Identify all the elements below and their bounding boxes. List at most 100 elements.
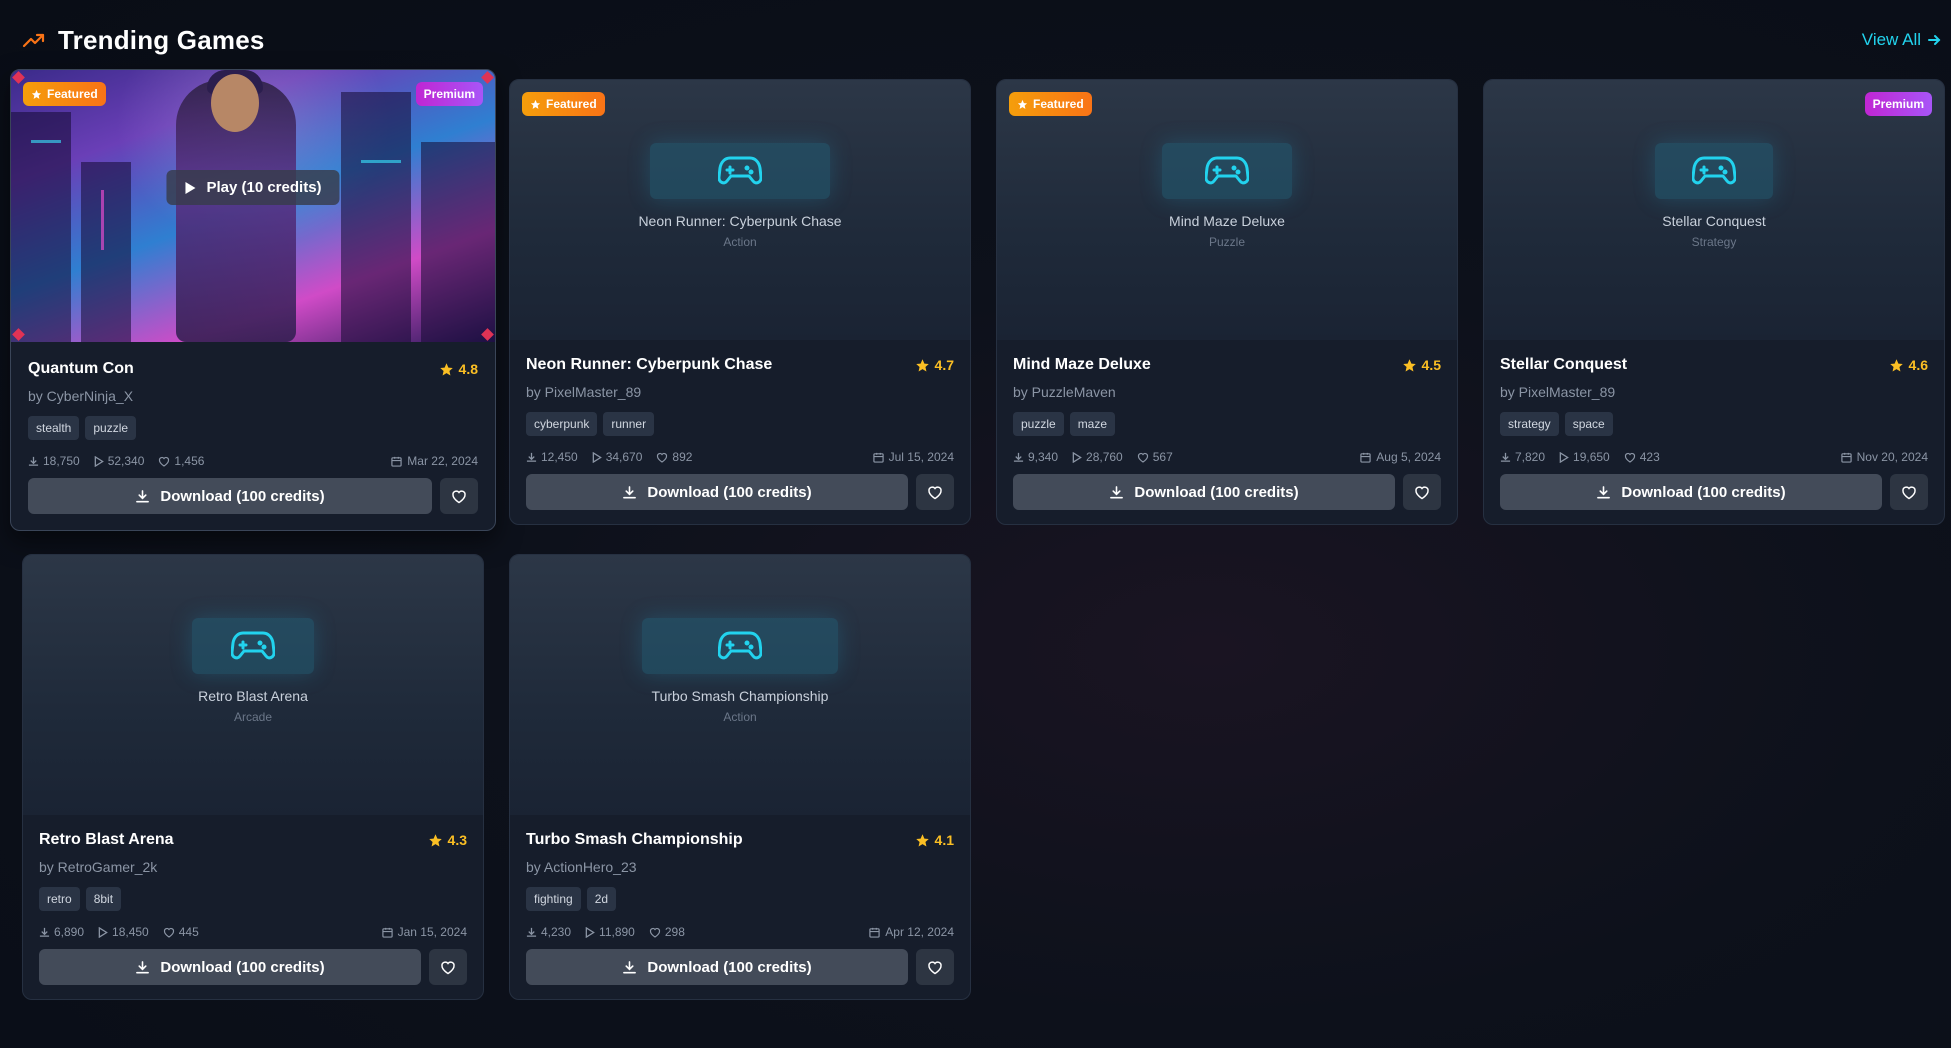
download-icon [1500,452,1511,462]
download-icon [623,960,637,973]
downloads-stat: 6,890 [39,925,84,939]
tag[interactable]: stealth [28,416,80,440]
tag[interactable]: cyberpunk [526,412,598,436]
download-button[interactable]: Download (100 credits) [1500,474,1882,510]
downloads-stat: 12,450 [526,450,578,464]
plays-stat: 28,760 [1072,450,1123,464]
page-title: Trending Games [58,24,265,55]
download-icon [526,927,537,937]
favorite-button[interactable] [1890,474,1928,510]
thumbnail-title: Stellar Conquest [1662,213,1766,229]
arrow-right-icon [1927,33,1941,47]
author[interactable]: by ActionHero_23 [526,859,954,875]
tag[interactable]: 2d [586,887,617,911]
author[interactable]: by PixelMaster_89 [526,384,954,400]
download-button[interactable]: Download (100 credits) [1013,474,1395,510]
view-all-link[interactable]: View All [1862,30,1941,50]
trending-up-icon [22,31,46,49]
download-button[interactable]: Download (100 credits) [28,478,432,514]
tag-list: fighting 2d [526,887,954,911]
star-icon [1889,358,1904,373]
plays-stat: 19,650 [1559,450,1610,464]
tag[interactable]: puzzle [1013,412,1064,436]
favorite-button[interactable] [440,478,478,514]
game-card[interactable]: Stellar Conquest Strategy Premium Stella… [1483,79,1945,525]
download-icon [1597,485,1611,498]
download-button[interactable]: Download (100 credits) [526,949,908,985]
play-icon [592,451,602,463]
plays-stat: 18,450 [98,925,149,939]
game-title[interactable]: Retro Blast Arena [39,831,174,849]
game-card[interactable]: Featured Premium Play (10 credits) Quant… [10,69,496,531]
downloads-stat: 7,820 [1500,450,1545,464]
featured-badge: Featured [1009,92,1092,116]
heart-icon [928,485,942,499]
game-thumbnail[interactable]: Stellar Conquest Strategy Premium [1484,80,1944,340]
favorite-button[interactable] [916,949,954,985]
download-button[interactable]: Download (100 credits) [39,949,421,985]
featured-label: Featured [47,87,98,101]
calendar-icon [391,456,402,467]
favorite-button[interactable] [916,474,954,510]
likes-stat: 298 [649,925,685,939]
premium-label: Premium [423,87,475,101]
calendar-icon [1360,452,1371,463]
likes-stat: 892 [656,450,692,464]
downloads-stat: 18,750 [28,454,80,468]
game-title[interactable]: Turbo Smash Championship [526,831,743,849]
gamepad-icon [718,631,762,660]
tag[interactable]: 8bit [85,887,122,911]
game-thumbnail[interactable]: Mind Maze Deluxe Puzzle Featured [997,80,1457,340]
rating: 4.8 [439,361,478,377]
game-thumbnail[interactable]: Turbo Smash Championship Action [510,555,970,815]
likes-stat: 567 [1137,450,1173,464]
game-card[interactable]: Mind Maze Deluxe Puzzle Featured Mind Ma… [996,79,1458,525]
thumbnail-title: Neon Runner: Cyberpunk Chase [638,213,842,229]
game-title[interactable]: Quantum Con [28,360,134,378]
game-thumbnail[interactable]: Featured Premium Play (10 credits) [11,70,495,342]
game-title[interactable]: Mind Maze Deluxe [1013,356,1151,374]
game-title[interactable]: Stellar Conquest [1500,356,1627,374]
tag[interactable]: runner [603,412,655,436]
tag[interactable]: space [1564,412,1613,436]
author[interactable]: by RetroGamer_2k [39,859,467,875]
rating: 4.5 [1402,357,1441,373]
download-button[interactable]: Download (100 credits) [526,474,908,510]
favorite-button[interactable] [429,949,467,985]
game-card[interactable]: Turbo Smash Championship Action Turbo Sm… [509,554,971,1000]
download-label: Download (100 credits) [647,958,812,976]
download-icon [1110,485,1124,498]
tag[interactable]: maze [1069,412,1116,436]
tag-list: puzzle maze [1013,412,1441,436]
gamepad-icon [718,156,762,185]
game-card[interactable]: Neon Runner: Cyberpunk Chase Action Feat… [509,79,971,525]
gamepad-icon-wrap [192,618,314,674]
calendar-icon [1840,452,1852,463]
calendar-icon [381,927,393,938]
play-label: Play (10 credits) [206,179,322,196]
download-icon [39,927,50,937]
heart-icon [441,960,455,974]
tag[interactable]: puzzle [85,416,137,440]
release-date: Jul 15, 2024 [872,450,954,464]
game-thumbnail[interactable]: Retro Blast Arena Arcade [23,555,483,815]
play-icon [1072,451,1082,463]
featured-badge: Featured [23,82,106,106]
section-header: Trending Games View All [22,22,1941,58]
game-card[interactable]: Retro Blast Arena Arcade Retro Blast Are… [22,554,484,1000]
game-title[interactable]: Neon Runner: Cyberpunk Chase [526,356,772,374]
author[interactable]: by CyberNinja_X [28,388,478,404]
tag[interactable]: retro [39,887,80,911]
tag[interactable]: strategy [1500,412,1559,436]
star-icon [428,833,443,848]
play-button[interactable]: Play (10 credits) [166,170,340,205]
game-thumbnail[interactable]: Neon Runner: Cyberpunk Chase Action Feat… [510,80,970,340]
tag[interactable]: fighting [526,887,581,911]
plays-stat: 11,890 [585,925,635,939]
heart-icon [928,960,942,974]
tag-list: strategy space [1500,412,1928,436]
thumbnail-genre: Action [723,710,757,724]
favorite-button[interactable] [1403,474,1441,510]
author[interactable]: by PixelMaster_89 [1500,384,1928,400]
author[interactable]: by PuzzleMaven [1013,384,1441,400]
